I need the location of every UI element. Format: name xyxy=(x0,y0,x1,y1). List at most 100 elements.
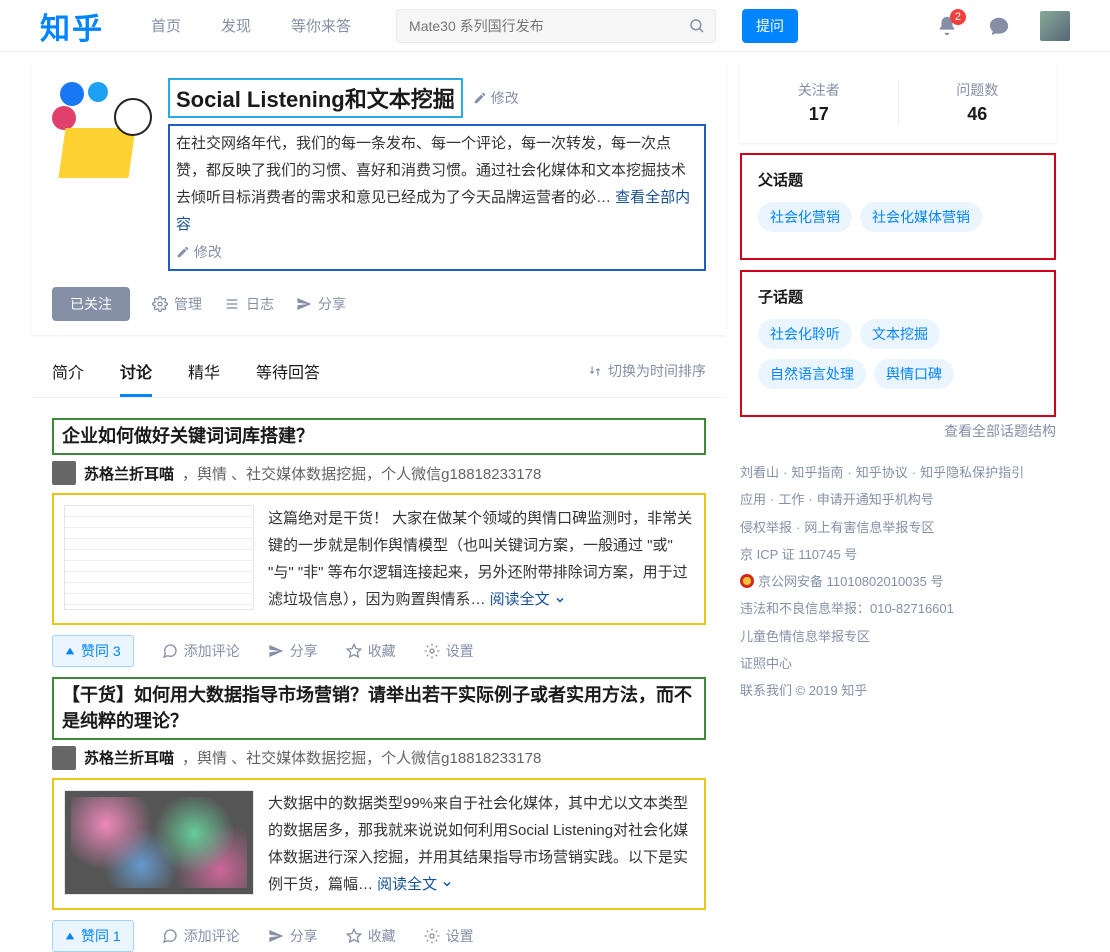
ask-button[interactable]: 提问 xyxy=(742,9,798,43)
followers-stat[interactable]: 关注者 17 xyxy=(740,80,898,125)
footer-link[interactable]: 知乎指南 xyxy=(791,465,843,480)
followers-value: 17 xyxy=(740,104,898,125)
topic-description: 在社交网络年代，我们的每一条发布、每一个评论，每一次转发，每一次点赞，都反映了我… xyxy=(168,124,706,271)
feed-item: 企业如何做好关键词词库搭建？ 苏格兰折耳喵 ，舆情 、社交媒体数据挖掘，个人微信… xyxy=(52,418,706,667)
upvote-button[interactable]: 赞同 3 xyxy=(52,635,134,667)
message-icon[interactable] xyxy=(988,15,1010,37)
read-more-link[interactable]: 阅读全文 xyxy=(490,586,566,613)
post-actions: 赞同 3 添加评论 分享 收藏 设置 xyxy=(52,635,706,667)
topic-description-text: 在社交网络年代，我们的每一条发布、每一个评论，每一次转发，每一次点赞，都反映了我… xyxy=(176,135,686,206)
manage-link[interactable]: 管理 xyxy=(152,294,202,314)
footer-cert[interactable]: 证照中心 xyxy=(740,650,1056,677)
footer-link[interactable]: 侵权举报 xyxy=(740,520,792,535)
author-name[interactable]: 苏格兰折耳喵 xyxy=(84,747,174,768)
edit-title-label: 修改 xyxy=(491,88,519,108)
footer-link[interactable]: 网上有害信息举报专区 xyxy=(804,520,934,535)
sort-label: 切换为时间排序 xyxy=(608,361,706,381)
log-link[interactable]: 日志 xyxy=(224,294,274,314)
settings-link[interactable]: 设置 xyxy=(424,926,474,946)
post-title-link[interactable]: 【干货】如何用大数据指导市场营销？请举出若干实际例子或者实用方法，而不是纯粹的理… xyxy=(52,677,706,739)
sort-toggle[interactable]: 切换为时间排序 xyxy=(588,361,706,381)
post-excerpt: 这篇绝对是干货！ 大家在做某个领域的舆情口碑监测时，非常关键的一步就是制作舆情模… xyxy=(268,505,694,613)
nav-discover[interactable]: 发现 xyxy=(206,15,266,36)
excerpt-box: 这篇绝对是干货！ 大家在做某个领域的舆情口碑监测时，非常关键的一步就是制作舆情模… xyxy=(52,493,706,625)
author-tagline: ，舆情 、社交媒体数据挖掘，个人微信g18818233178 xyxy=(182,463,541,484)
upvote-button[interactable]: 赞同 1 xyxy=(52,920,134,952)
questions-value: 46 xyxy=(899,104,1057,125)
post-actions: 赞同 1 添加评论 分享 收藏 设置 xyxy=(52,920,706,952)
search-icon[interactable] xyxy=(688,17,706,35)
main-column: Social Listening和文本挖掘 修改 在社交网络年代，我们的每一条发… xyxy=(32,62,726,952)
share-link[interactable]: 分享 xyxy=(268,926,318,946)
footer-link[interactable]: 工作 xyxy=(778,492,804,507)
edit-desc-label: 修改 xyxy=(194,244,222,260)
footer-link[interactable]: 刘看山 xyxy=(740,465,779,480)
share-topic-label: 分享 xyxy=(318,294,346,314)
footer-link[interactable]: 知乎隐私保护指引 xyxy=(920,465,1024,480)
tab-discuss[interactable]: 讨论 xyxy=(120,345,152,397)
sidebar: 关注者 17 问题数 46 父话题 社会化营销社会化媒体营销 子话题 社会化聆听… xyxy=(740,62,1056,705)
footer-child-report[interactable]: 儿童色情信息举报专区 xyxy=(740,623,1056,650)
nav-home[interactable]: 首页 xyxy=(136,15,196,36)
child-topics-title: 子话题 xyxy=(758,286,1038,307)
topic-title: Social Listening和文本挖掘 xyxy=(168,78,463,118)
favorite-link[interactable]: 收藏 xyxy=(346,641,396,661)
topic-tag[interactable]: 社会化营销 xyxy=(758,202,852,232)
post-title-link[interactable]: 企业如何做好关键词词库搭建？ xyxy=(52,418,706,455)
search-wrap xyxy=(396,9,716,43)
read-more-link[interactable]: 阅读全文 xyxy=(377,871,453,898)
author-avatar[interactable] xyxy=(52,746,76,770)
settings-link[interactable]: 设置 xyxy=(424,641,474,661)
footer-police[interactable]: 京公网安备 11010802010035 号 xyxy=(758,574,943,589)
notification-badge: 2 xyxy=(950,9,966,25)
view-all-topics-link[interactable]: 查看全部话题结构 xyxy=(740,421,1056,441)
comment-link[interactable]: 添加评论 xyxy=(162,926,240,946)
footer-link[interactable]: 申请开通知乎机构号 xyxy=(817,492,934,507)
excerpt-box: 大数据中的数据类型99%来自于社会化媒体，其中尤以文本类型的数据居多，那我就来说… xyxy=(52,778,706,910)
stat-card: 关注者 17 问题数 46 xyxy=(740,62,1056,143)
topic-tag[interactable]: 自然语言处理 xyxy=(758,359,866,389)
police-icon xyxy=(740,574,754,588)
site-logo[interactable]: 知乎 xyxy=(40,4,104,48)
topic-image xyxy=(52,78,152,178)
header: 知乎 首页 发现 等你来答 提问 2 xyxy=(0,0,1110,52)
topic-tag[interactable]: 舆情口碑 xyxy=(874,359,954,389)
post-thumbnail[interactable] xyxy=(64,505,254,610)
topic-tag[interactable]: 社会化聆听 xyxy=(758,319,852,349)
topic-tag[interactable]: 文本挖掘 xyxy=(860,319,940,349)
parent-topics-box: 父话题 社会化营销社会化媒体营销 xyxy=(740,153,1056,260)
tab-essence[interactable]: 精华 xyxy=(188,345,220,397)
footer-link[interactable]: 知乎协议 xyxy=(856,465,908,480)
parent-topics-title: 父话题 xyxy=(758,169,1038,190)
comment-link[interactable]: 添加评论 xyxy=(162,641,240,661)
topic-header-card: Social Listening和文本挖掘 修改 在社交网络年代，我们的每一条发… xyxy=(32,62,726,335)
author-tagline: ，舆情 、社交媒体数据挖掘，个人微信g18818233178 xyxy=(182,747,541,768)
followers-label: 关注者 xyxy=(740,80,898,100)
edit-desc-link[interactable]: 修改 xyxy=(176,240,698,265)
tabs: 简介 讨论 精华 等待回答 切换为时间排序 xyxy=(32,345,726,398)
tab-intro[interactable]: 简介 xyxy=(52,345,84,397)
share-topic-link[interactable]: 分享 xyxy=(296,294,346,314)
header-right: 2 xyxy=(936,11,1070,41)
topic-tag[interactable]: 社会化媒体营销 xyxy=(860,202,982,232)
footer-report: 违法和不良信息举报：010-82716601 xyxy=(740,595,1056,622)
footer-link[interactable]: 应用 xyxy=(740,492,766,507)
post-thumbnail[interactable] xyxy=(64,790,254,895)
author-name[interactable]: 苏格兰折耳喵 xyxy=(84,463,174,484)
edit-title-link[interactable]: 修改 xyxy=(473,88,519,108)
share-link[interactable]: 分享 xyxy=(268,641,318,661)
notification-icon[interactable]: 2 xyxy=(936,15,958,37)
follow-button[interactable]: 已关注 xyxy=(52,287,130,321)
footer: 刘看山·知乎指南·知乎协议·知乎隐私保护指引 应用·工作·申请开通知乎机构号 侵… xyxy=(740,459,1056,705)
footer-contact: 联系我们 © 2019 知乎 xyxy=(740,677,1056,704)
author-avatar[interactable] xyxy=(52,461,76,485)
questions-stat[interactable]: 问题数 46 xyxy=(899,80,1057,125)
feed-item: 【干货】如何用大数据指导市场营销？请举出若干实际例子或者实用方法，而不是纯粹的理… xyxy=(52,677,706,951)
manage-label: 管理 xyxy=(174,294,202,314)
post-excerpt: 大数据中的数据类型99%来自于社会化媒体，其中尤以文本类型的数据居多，那我就来说… xyxy=(268,790,694,898)
nav-answer[interactable]: 等你来答 xyxy=(276,15,366,36)
tab-pending[interactable]: 等待回答 xyxy=(256,345,320,397)
user-avatar[interactable] xyxy=(1040,11,1070,41)
search-input[interactable] xyxy=(396,9,716,43)
favorite-link[interactable]: 收藏 xyxy=(346,926,396,946)
